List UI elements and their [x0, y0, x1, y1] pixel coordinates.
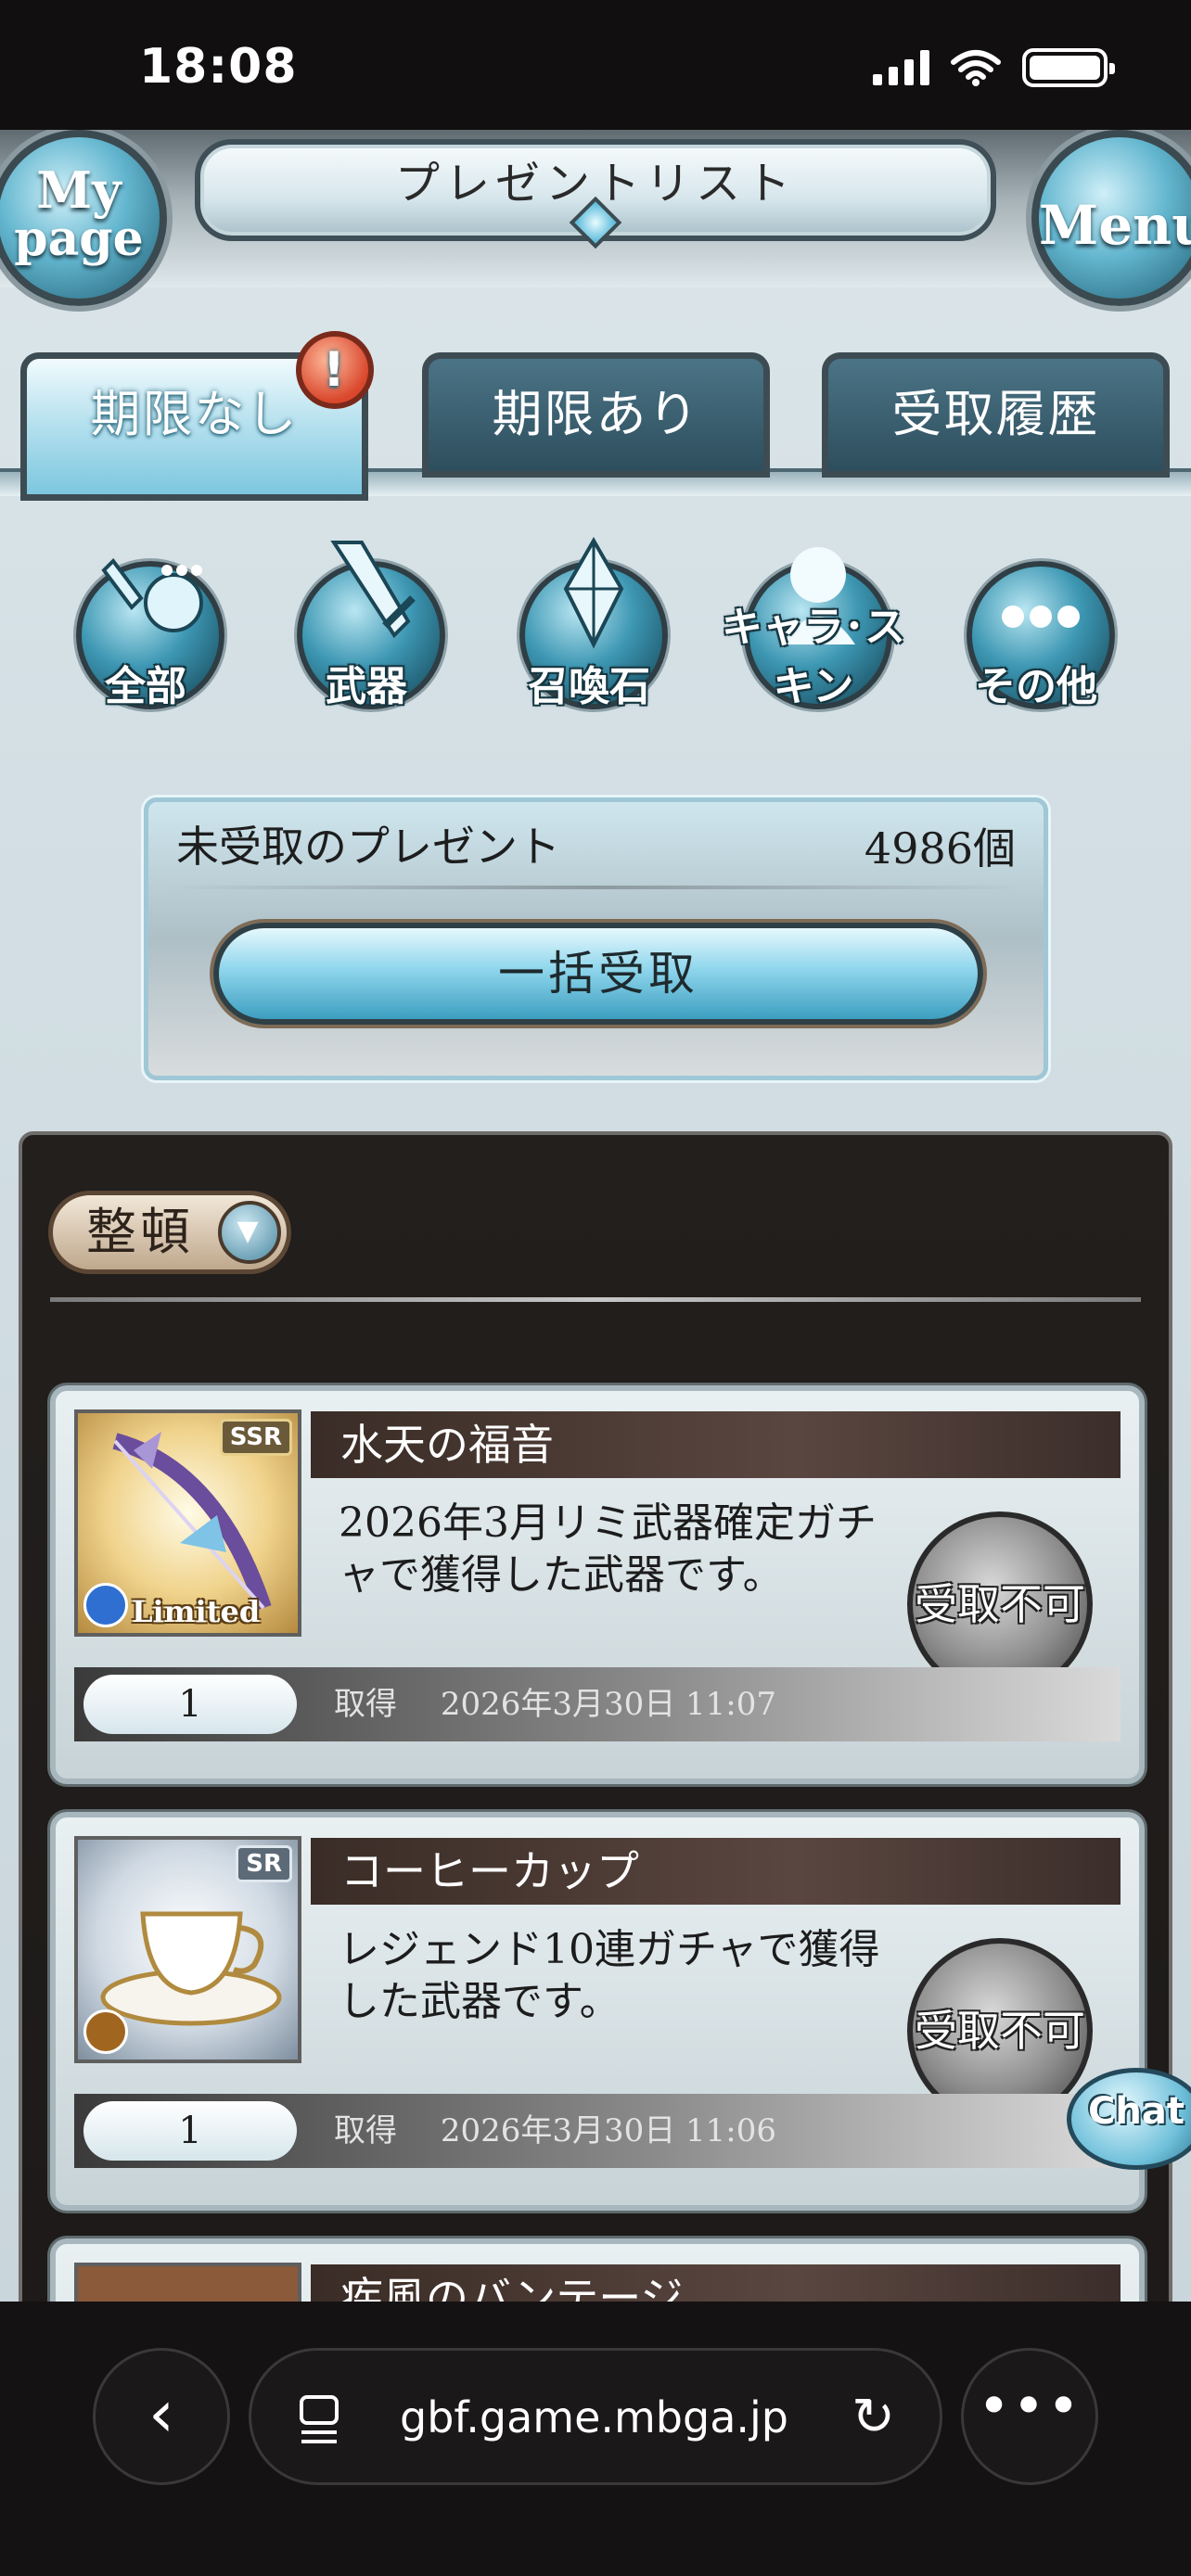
- category-character-skin-button[interactable]: キャラ･スキン: [716, 529, 911, 723]
- status-bar: 18:08: [0, 0, 1191, 130]
- divider: [50, 1297, 1141, 1302]
- item-footer: 1 取得 2026年3月30日 11:06: [74, 2094, 1121, 2168]
- menu-label: Menu: [1039, 194, 1191, 257]
- ellipsis-icon: •••: [977, 2374, 1082, 2439]
- earth-element-icon: [83, 2009, 128, 2054]
- category-all-button[interactable]: 全部: [48, 529, 243, 723]
- chevron-left-icon: ‹: [148, 2376, 174, 2452]
- present-item: SR コーヒーカップ レジェンド10連ガチャで獲得した武器です。 受取不可 1 …: [50, 1812, 1145, 2211]
- item-name: 水天の福音: [311, 1411, 1121, 1478]
- item-name: 疾風のバンテージ: [311, 2264, 1121, 2302]
- item-thumbnail[interactable]: [74, 2263, 301, 2302]
- tab-no-expiry[interactable]: 期限なし !: [20, 331, 374, 501]
- wifi-icon: [951, 50, 1001, 86]
- summon-stone-icon: [563, 536, 624, 649]
- weapon-icon: [330, 541, 416, 639]
- tab-history[interactable]: 受取履歴: [822, 352, 1170, 478]
- category-label: キャラ･スキン: [722, 604, 905, 710]
- item-thumbnail[interactable]: SR: [74, 1836, 301, 2063]
- acquired-info: 取得 2026年3月30日 11:06: [334, 2094, 776, 2168]
- category-label: 武器: [326, 663, 407, 710]
- back-button[interactable]: ‹: [93, 2348, 230, 2485]
- item-quantity: 1: [83, 2101, 297, 2161]
- limited-tag: Limited: [132, 1594, 261, 1629]
- tab-bar: 期限なし ! 期限あり 受取履歴: [0, 331, 1191, 501]
- category-filter: 全部 武器 召喚石 キャラ･スキン その他: [0, 529, 1191, 742]
- unreceived-summary: 未受取のプレゼント 4986個 一括受取: [144, 797, 1048, 1080]
- category-summon-button[interactable]: 召喚石: [492, 529, 686, 723]
- header: プレゼントリスト My page Menu: [0, 130, 1191, 306]
- rarity-badge: SSR: [219, 1419, 292, 1456]
- acquired-label: 取得: [334, 1686, 397, 1723]
- mypage-label-line1: My: [36, 160, 122, 220]
- status-time: 18:08: [139, 39, 298, 95]
- game-screen: プレゼントリスト My page Menu 期限なし ! 期限あり 受取履歴: [0, 130, 1191, 2302]
- tab-with-expiry[interactable]: 期限あり: [422, 352, 770, 478]
- acquired-date: 2026年3月30日 11:06: [440, 2112, 777, 2149]
- item-description: レジェンド10連ガチャで獲得した武器です。: [339, 1926, 880, 2025]
- acquired-date: 2026年3月30日 11:07: [440, 1686, 777, 1723]
- category-label: 全部: [105, 663, 186, 710]
- alert-badge-icon: !: [296, 331, 374, 409]
- menu-button[interactable]: Menu: [1031, 130, 1191, 306]
- tab-label: 期限あり: [492, 385, 700, 443]
- water-element-icon: [83, 1583, 128, 1627]
- reader-mode-icon: [300, 2395, 339, 2443]
- address-bar[interactable]: gbf.game.mbga.jp ↻: [249, 2348, 942, 2485]
- battery-icon: [1022, 48, 1115, 87]
- sort-button[interactable]: 整頓 ▼: [48, 1191, 291, 1274]
- item-quantity: 1: [83, 1675, 297, 1734]
- category-other-button[interactable]: その他: [939, 529, 1133, 723]
- category-label: 召喚石: [528, 663, 650, 710]
- sort-label: 整頓: [86, 1203, 194, 1261]
- cellular-signal-icon: [873, 50, 929, 85]
- more-icon: [1002, 606, 1080, 628]
- reload-icon[interactable]: ↻: [852, 2351, 895, 2484]
- more-options-button[interactable]: •••: [961, 2348, 1098, 2485]
- browser-toolbar: ‹ gbf.game.mbga.jp ↻ •••: [0, 2302, 1191, 2576]
- unreceived-count: 4986個: [864, 823, 1016, 874]
- mypage-label-line2: page: [14, 210, 144, 267]
- mypage-button[interactable]: My page: [0, 130, 167, 306]
- present-item: 疾風のバンテージ: [50, 2238, 1145, 2302]
- acquired-label: 取得: [334, 2112, 397, 2149]
- item-name: コーヒーカップ: [311, 1838, 1121, 1905]
- category-label: その他: [975, 663, 1097, 710]
- item-description: 2026年3月リミ武器確定ガチャで獲得した武器です。: [339, 1499, 877, 1599]
- status-icons: [873, 48, 1115, 87]
- present-list-panel: 整頓 ▼ SSR Limited 水天の福音 2026年3月リミ武器確定ガチャで…: [19, 1131, 1172, 2302]
- tab-label: 期限なし: [90, 385, 299, 443]
- acquired-info: 取得 2026年3月30日 11:07: [334, 1667, 776, 1741]
- tab-label: 受取履歴: [891, 385, 1100, 443]
- unreceived-label: 未受取のプレゼント: [176, 822, 560, 872]
- rarity-badge: SR: [236, 1845, 292, 1882]
- divider: [167, 886, 1025, 889]
- all-icon: [101, 557, 203, 632]
- item-footer: 1 取得 2026年3月30日 11:07: [74, 1667, 1121, 1741]
- chevron-down-icon: ▼: [218, 1201, 281, 1264]
- bulk-receive-button[interactable]: 一括受取: [213, 923, 983, 1025]
- url-text: gbf.game.mbga.jp: [400, 2392, 788, 2442]
- category-weapon-button[interactable]: 武器: [269, 529, 464, 723]
- present-item: SSR Limited 水天の福音 2026年3月リミ武器確定ガチャで獲得した武…: [50, 1385, 1145, 1784]
- item-thumbnail[interactable]: SSR Limited: [74, 1409, 301, 1637]
